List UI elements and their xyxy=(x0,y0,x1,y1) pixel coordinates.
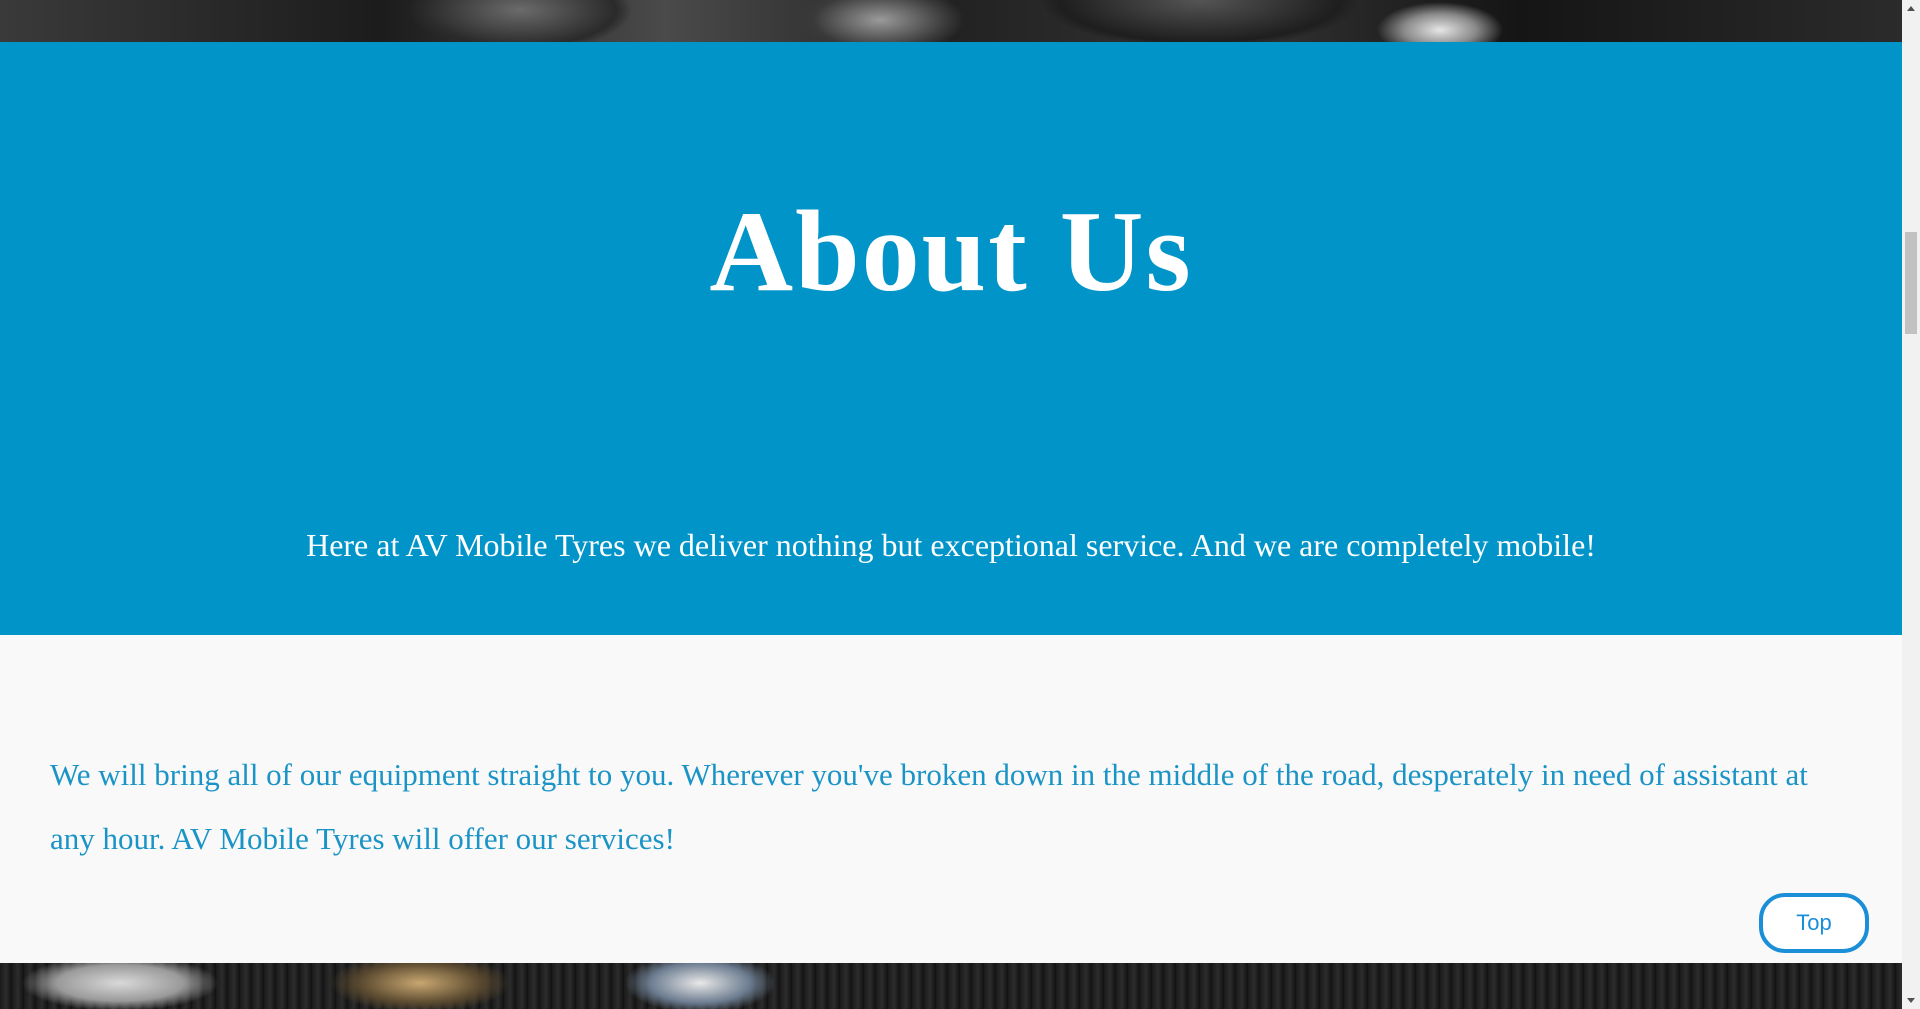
about-section: About Us Here at AV Mobile Tyres we deli… xyxy=(0,42,1902,635)
services-description: We will bring all of our equipment strai… xyxy=(50,757,1808,856)
scrollbar-thumb[interactable] xyxy=(1905,232,1917,334)
vertical-scrollbar[interactable] xyxy=(1902,0,1920,1009)
about-title: About Us xyxy=(709,188,1193,316)
services-section: We will bring all of our equipment strai… xyxy=(0,635,1902,963)
tyres-photo-banner-top xyxy=(0,0,1902,42)
about-lead-text: Here at AV Mobile Tyres we deliver nothi… xyxy=(306,527,1596,563)
page-content: About Us Here at AV Mobile Tyres we deli… xyxy=(0,0,1902,1009)
tyres-photo-banner-bottom xyxy=(0,963,1902,1009)
scroll-down-arrow-icon[interactable] xyxy=(1902,992,1920,1009)
back-to-top-button[interactable]: Top xyxy=(1759,893,1869,953)
browser-viewport: About Us Here at AV Mobile Tyres we deli… xyxy=(0,0,1920,1009)
scroll-up-arrow-icon[interactable] xyxy=(1902,0,1920,17)
